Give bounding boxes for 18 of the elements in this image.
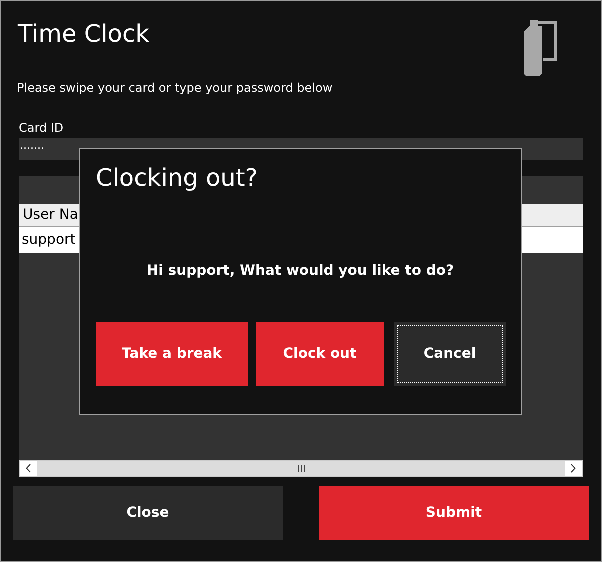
field-label: Card ID — [18, 120, 65, 137]
table-cell-text: support — [21, 231, 77, 250]
dialog-message: Hi support, What would you like to do? — [146, 262, 456, 281]
grip-icon — [298, 465, 304, 472]
scroll-right-icon[interactable] — [571, 464, 576, 473]
scroll-thumb[interactable] — [37, 461, 565, 476]
window-title: Time Clock — [18, 19, 150, 50]
card-reader-icon — [524, 20, 558, 76]
instruction-text: Please swipe your card or type your password below — [16, 80, 334, 97]
scroll-left-icon[interactable] — [26, 464, 31, 473]
dialog-button[interactable]: Take a break — [96, 322, 248, 386]
dialog-button[interactable]: Clock out — [256, 322, 384, 386]
dialog-action-button[interactable]: Submit — [319, 486, 589, 540]
horizontal-scrollbar[interactable] — [19, 460, 583, 477]
dialog-action-button[interactable]: Close — [13, 486, 283, 540]
dialog-title: Clocking out? — [95, 163, 259, 194]
dialog-button[interactable]: Cancel — [394, 322, 506, 386]
column-header[interactable]: User Na — [19, 204, 79, 226]
